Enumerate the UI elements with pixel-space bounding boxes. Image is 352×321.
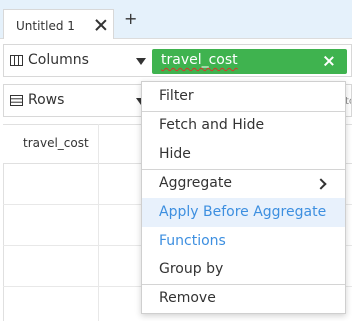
menu-item-label: Aggregate bbox=[159, 175, 232, 191]
field-context-menu: Filter Fetch and Hide Hide Aggregate App… bbox=[141, 81, 346, 314]
rows-label: Rows bbox=[28, 92, 65, 108]
menu-item-label: Functions bbox=[159, 233, 226, 249]
remove-field-icon[interactable] bbox=[323, 55, 335, 67]
rows-icon bbox=[10, 95, 23, 106]
menu-item-label: Fetch and Hide bbox=[159, 117, 265, 133]
columns-icon bbox=[10, 55, 23, 66]
chevron-right-icon bbox=[315, 178, 327, 190]
tab-label: Untitled 1 bbox=[16, 19, 75, 33]
menu-item-label: Apply Before Aggregate bbox=[159, 204, 327, 220]
menu-item-filter[interactable]: Filter bbox=[142, 82, 345, 111]
menu-item-aggregate[interactable]: Aggregate bbox=[142, 169, 345, 198]
menu-item-functions[interactable]: Functions bbox=[142, 227, 345, 256]
menu-item-label: Group by bbox=[159, 261, 224, 277]
menu-item-fetch-and-hide[interactable]: Fetch and Hide bbox=[142, 111, 345, 140]
travel-cost-field-pill[interactable]: travel_cost bbox=[152, 49, 347, 74]
menu-item-label: Hide bbox=[159, 146, 191, 162]
column-header-travel-cost[interactable]: travel_cost bbox=[23, 136, 89, 150]
columns-label: Columns bbox=[28, 52, 89, 68]
grid-column-divider bbox=[98, 124, 99, 321]
close-tab-icon[interactable] bbox=[94, 18, 108, 32]
add-tab-button[interactable]: + bbox=[124, 11, 137, 27]
app-root: Untitled 1 + Columns travel_cost Rows to bbox=[0, 0, 352, 321]
menu-item-hide[interactable]: Hide bbox=[142, 140, 345, 169]
tab-untitled-1[interactable]: Untitled 1 bbox=[3, 9, 114, 39]
pill-field-label: travel_cost bbox=[161, 52, 238, 68]
columns-dropdown-icon[interactable] bbox=[136, 58, 146, 65]
menu-item-remove[interactable]: Remove bbox=[142, 284, 345, 313]
tab-strip: Untitled 1 + bbox=[0, 0, 352, 39]
menu-item-label: Remove bbox=[159, 290, 216, 306]
menu-item-group-by[interactable]: Group by bbox=[142, 255, 345, 284]
menu-item-label: Filter bbox=[159, 88, 194, 104]
menu-item-apply-before-aggregate[interactable]: Apply Before Aggregate bbox=[142, 198, 345, 227]
